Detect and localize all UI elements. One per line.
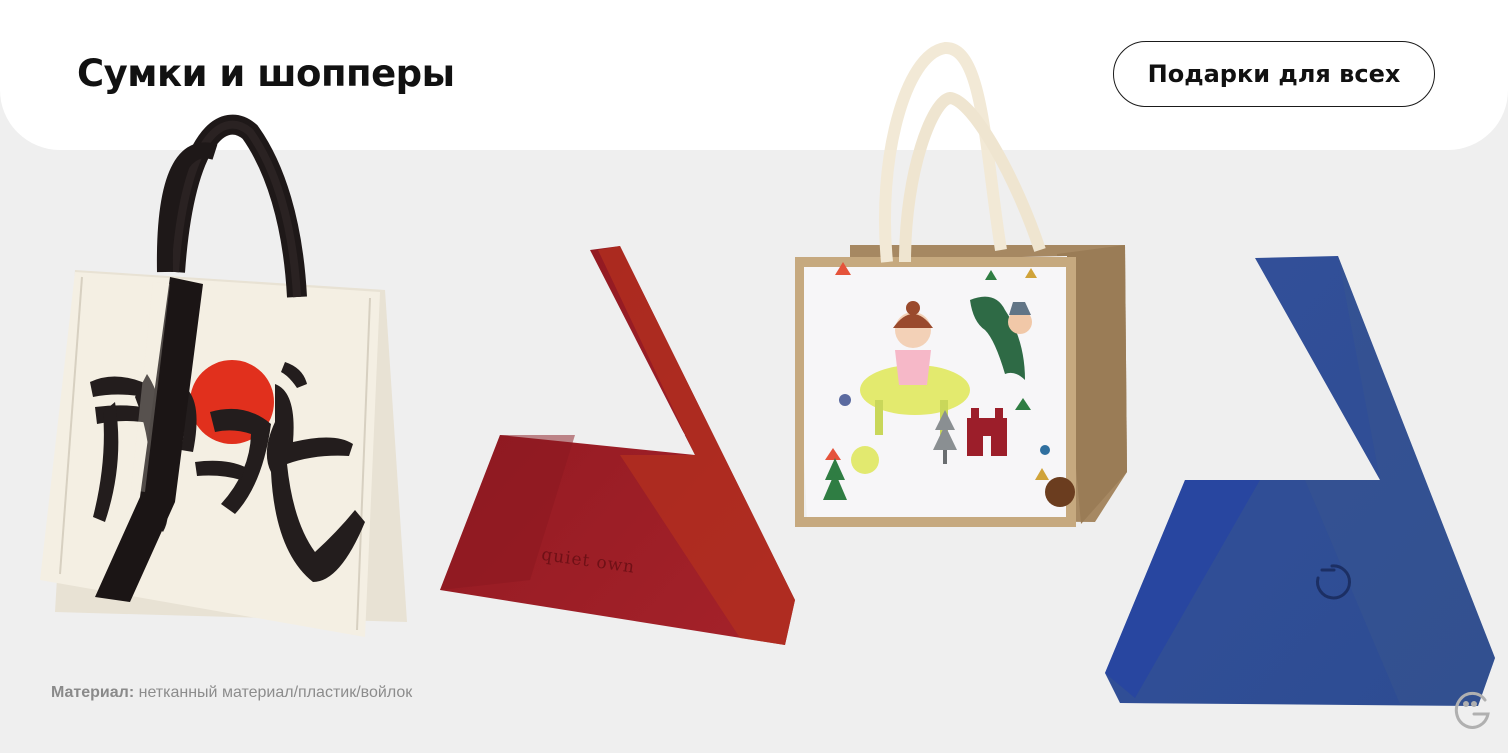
material-value: нетканный материал/пластик/войлок xyxy=(134,684,413,701)
product-image-red-felt-bag: quiet own xyxy=(440,246,795,645)
material-label: Материал: xyxy=(51,684,135,701)
product-image-canvas-tote xyxy=(40,114,407,637)
product-image-blue-felt-bag xyxy=(1105,256,1495,706)
product-image-jute-kids-bag xyxy=(795,42,1127,527)
category-button[interactable]: Подарки для всех xyxy=(1113,41,1435,107)
material-caption: Материал: нетканный материал/пластик/вой… xyxy=(51,684,412,702)
page-title: Сумки и шопперы xyxy=(77,52,455,95)
brand-logo-icon xyxy=(1454,691,1490,729)
